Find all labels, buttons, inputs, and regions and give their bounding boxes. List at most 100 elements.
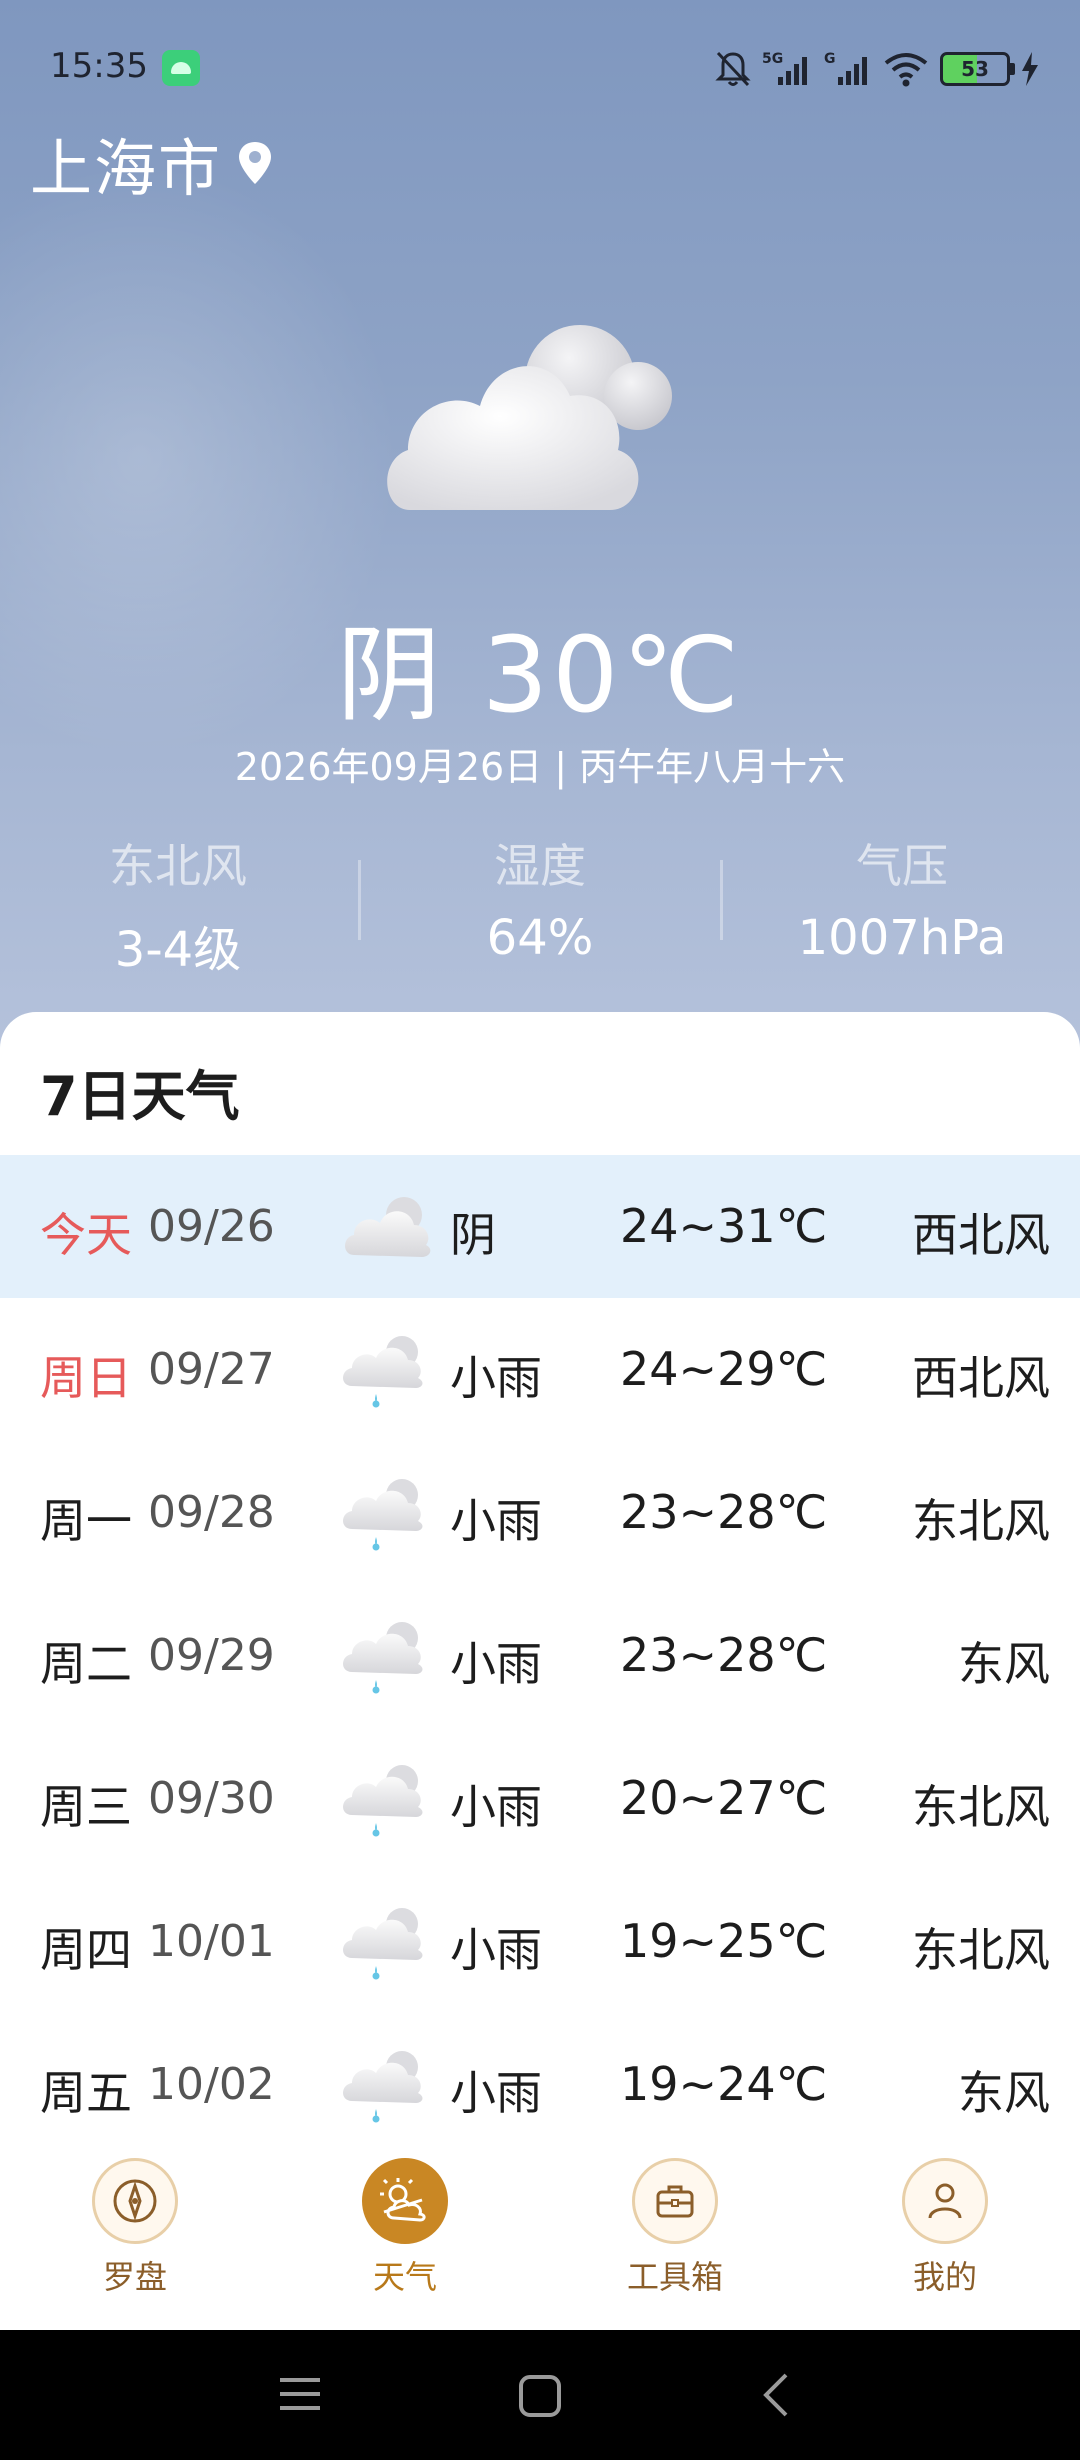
charging-bolt-icon: [1022, 52, 1038, 86]
system-navigation-bar: [0, 2330, 1080, 2460]
light-rain-icon: [340, 1328, 440, 1412]
svg-text:5G: 5G: [762, 51, 783, 67]
light-rain-icon: [340, 1471, 440, 1555]
forecast-day: 周一: [40, 1494, 132, 1548]
forecast-temperature: 20~27℃: [620, 1771, 828, 1825]
forecast-row[interactable]: 周三 09/30 小雨 20~27℃ 东北风: [0, 1727, 1080, 1870]
forecast-wind: 东北风: [912, 1780, 1050, 1834]
forecast-condition: 阴: [450, 1208, 496, 1262]
stat-label: 湿度: [494, 839, 586, 893]
forecast-temperature: 23~28℃: [620, 1628, 828, 1682]
current-stats: 东北风 3-4级 湿度 64% 气压 1007hPa: [0, 830, 1080, 978]
stat-wind: 东北风 3-4级: [28, 830, 328, 980]
location-selector[interactable]: 上海市: [30, 118, 274, 208]
profile-icon: [928, 2183, 962, 2219]
nav-label: 天气: [372, 2258, 437, 2296]
forecast-temperature: 19~24℃: [620, 2057, 828, 2111]
forecast-wind: 西北风: [912, 1351, 1050, 1405]
nav-item-toolbox[interactable]: 工具箱: [575, 2158, 775, 2298]
forecast-row[interactable]: 周五 10/02 小雨 19~24℃ 东风: [0, 2013, 1080, 2156]
forecast-list[interactable]: 今天 09/26 阴 24~31℃ 西北风 周日 09/27 小雨 24~29℃…: [0, 1155, 1080, 2156]
android-notification-icon: [162, 50, 200, 86]
nav-item-weather[interactable]: 天气: [305, 2158, 505, 2298]
battery-icon: 53: [940, 52, 1015, 86]
forecast-wind: 东风: [958, 2066, 1050, 2120]
forecast-day: 周二: [40, 1637, 132, 1691]
forecast-date: 10/01: [148, 1916, 275, 1967]
forecast-date: 09/26: [148, 1201, 275, 1252]
current-date-lunar: 2026年09月26日 | 丙午年八月十六: [234, 745, 846, 789]
forecast-condition: 小雨: [450, 1923, 542, 1977]
stat-value: 1007hPa: [797, 910, 1007, 966]
back-icon[interactable]: [760, 2372, 790, 2418]
forecast-temperature: 23~28℃: [620, 1485, 828, 1539]
forecast-row[interactable]: 周二 09/29 小雨 23~28℃ 东风: [0, 1584, 1080, 1727]
nav-icon-circle: [902, 2158, 988, 2244]
light-rain-icon: [340, 1614, 440, 1698]
forecast-date: 09/30: [148, 1773, 275, 1824]
forecast-wind: 东北风: [912, 1494, 1050, 1548]
stat-label: 气压: [856, 839, 948, 893]
menu-icon[interactable]: [278, 2374, 322, 2414]
forecast-day: 周三: [40, 1780, 132, 1834]
stat-divider: [720, 860, 723, 940]
mute-bell-icon: [715, 51, 751, 87]
forecast-row[interactable]: 周四 10/01 小雨 19~25℃ 东北风: [0, 1870, 1080, 2013]
forecast-condition: 小雨: [450, 1351, 542, 1405]
forecast-panel: 7日天气 今天 09/26 阴 24~31℃ 西北风 周日 09/27 小雨 2…: [0, 1012, 1080, 2332]
compass-icon: [113, 2179, 157, 2223]
svg-text:G: G: [824, 51, 836, 67]
nav-label: 罗盘: [102, 2258, 167, 2296]
cloudy-icon: [340, 1185, 440, 1269]
forecast-temperature: 24~31℃: [620, 1199, 828, 1253]
forecast-day: 今天: [40, 1208, 132, 1262]
forecast-row[interactable]: 周一 09/28 小雨 23~28℃ 东北风: [0, 1441, 1080, 1584]
weather-icon: [380, 2178, 426, 2222]
light-rain-icon: [340, 1900, 440, 1984]
battery-level: 53: [961, 57, 989, 81]
nav-item-compass[interactable]: 罗盘: [35, 2158, 235, 2298]
forecast-condition: 小雨: [450, 2066, 542, 2120]
forecast-condition: 小雨: [450, 1780, 542, 1834]
forecast-row[interactable]: 周日 09/27 小雨 24~29℃ 西北风: [0, 1298, 1080, 1441]
forecast-date: 09/29: [148, 1630, 275, 1681]
stat-divider: [358, 860, 361, 940]
stat-humidity: 湿度 64%: [390, 830, 690, 966]
forecast-day: 周五: [40, 2066, 132, 2120]
nav-icon-circle: [632, 2158, 718, 2244]
stat-label: 东北风: [109, 839, 247, 893]
wifi-icon: [884, 53, 928, 87]
forecast-day: 周日: [40, 1351, 132, 1405]
forecast-condition: 小雨: [450, 1637, 542, 1691]
location-pin-icon: [239, 142, 272, 184]
light-rain-icon: [340, 2043, 440, 2127]
forecast-day: 周四: [40, 1923, 132, 1977]
forecast-date: 09/27: [148, 1344, 275, 1395]
stat-pressure: 气压 1007hPa: [752, 830, 1052, 966]
forecast-date: 10/02: [148, 2059, 275, 2110]
signal-5g-icon: 5G: [762, 51, 807, 85]
city-name: 上海市: [30, 132, 223, 205]
nav-icon-circle: [362, 2158, 448, 2244]
status-bar: 15:35 5G G 53: [50, 46, 1040, 92]
forecast-temperature: 24~29℃: [620, 1342, 828, 1396]
nav-label: 工具箱: [626, 2258, 723, 2296]
status-time: 15:35: [50, 46, 148, 86]
nav-item-profile[interactable]: 我的: [845, 2158, 1045, 2298]
forecast-date: 09/28: [148, 1487, 275, 1538]
forecast-wind: 东北风: [912, 1923, 1050, 1977]
light-rain-icon: [340, 1757, 440, 1841]
forecast-wind: 东风: [958, 1637, 1050, 1691]
signal-g-icon: G: [824, 51, 867, 85]
nav-label: 我的: [912, 2258, 977, 2296]
forecast-wind: 西北风: [912, 1208, 1050, 1262]
forecast-condition: 小雨: [450, 1494, 542, 1548]
cloudy-large-icon: [387, 325, 672, 510]
bottom-navigation: 罗盘 天气 工具箱 我的: [0, 2140, 1080, 2330]
forecast-title: 7日天气: [40, 1065, 240, 1128]
forecast-row[interactable]: 今天 09/26 阴 24~31℃ 西北风: [0, 1155, 1080, 1298]
stat-value: 64%: [486, 910, 594, 966]
status-icons: 5G G 53: [714, 46, 1040, 92]
current-condition-temperature: 阴 30℃: [336, 614, 744, 736]
home-icon[interactable]: [518, 2374, 562, 2418]
